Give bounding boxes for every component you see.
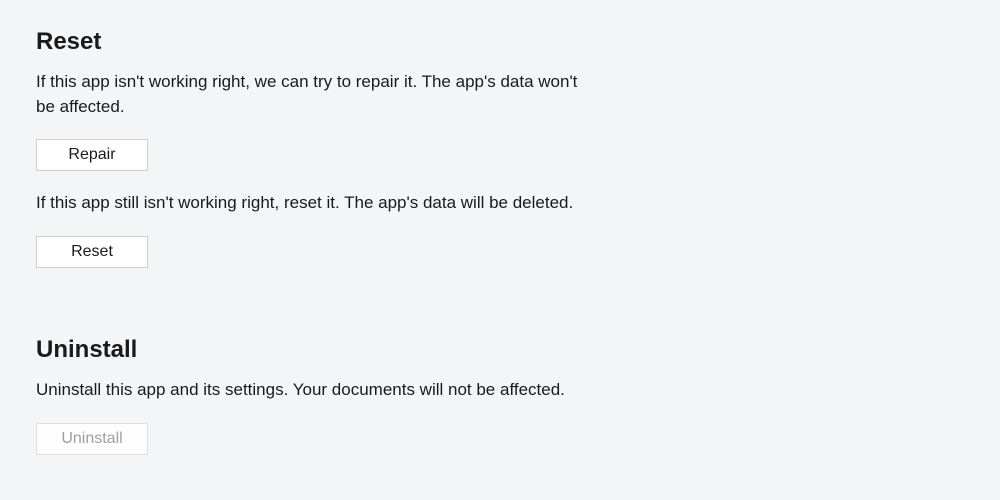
uninstall-description: Uninstall this app and its settings. You… xyxy=(36,378,596,403)
repair-description: If this app isn't working right, we can … xyxy=(36,70,596,119)
reset-heading: Reset xyxy=(36,28,964,56)
reset-button[interactable]: Reset xyxy=(36,236,148,268)
uninstall-section: Uninstall Uninstall this app and its set… xyxy=(36,336,964,475)
reset-section: Reset If this app isn't working right, w… xyxy=(36,28,964,288)
reset-description: If this app still isn't working right, r… xyxy=(36,191,596,216)
repair-button[interactable]: Repair xyxy=(36,139,148,171)
uninstall-heading: Uninstall xyxy=(36,336,964,364)
uninstall-button: Uninstall xyxy=(36,423,148,455)
